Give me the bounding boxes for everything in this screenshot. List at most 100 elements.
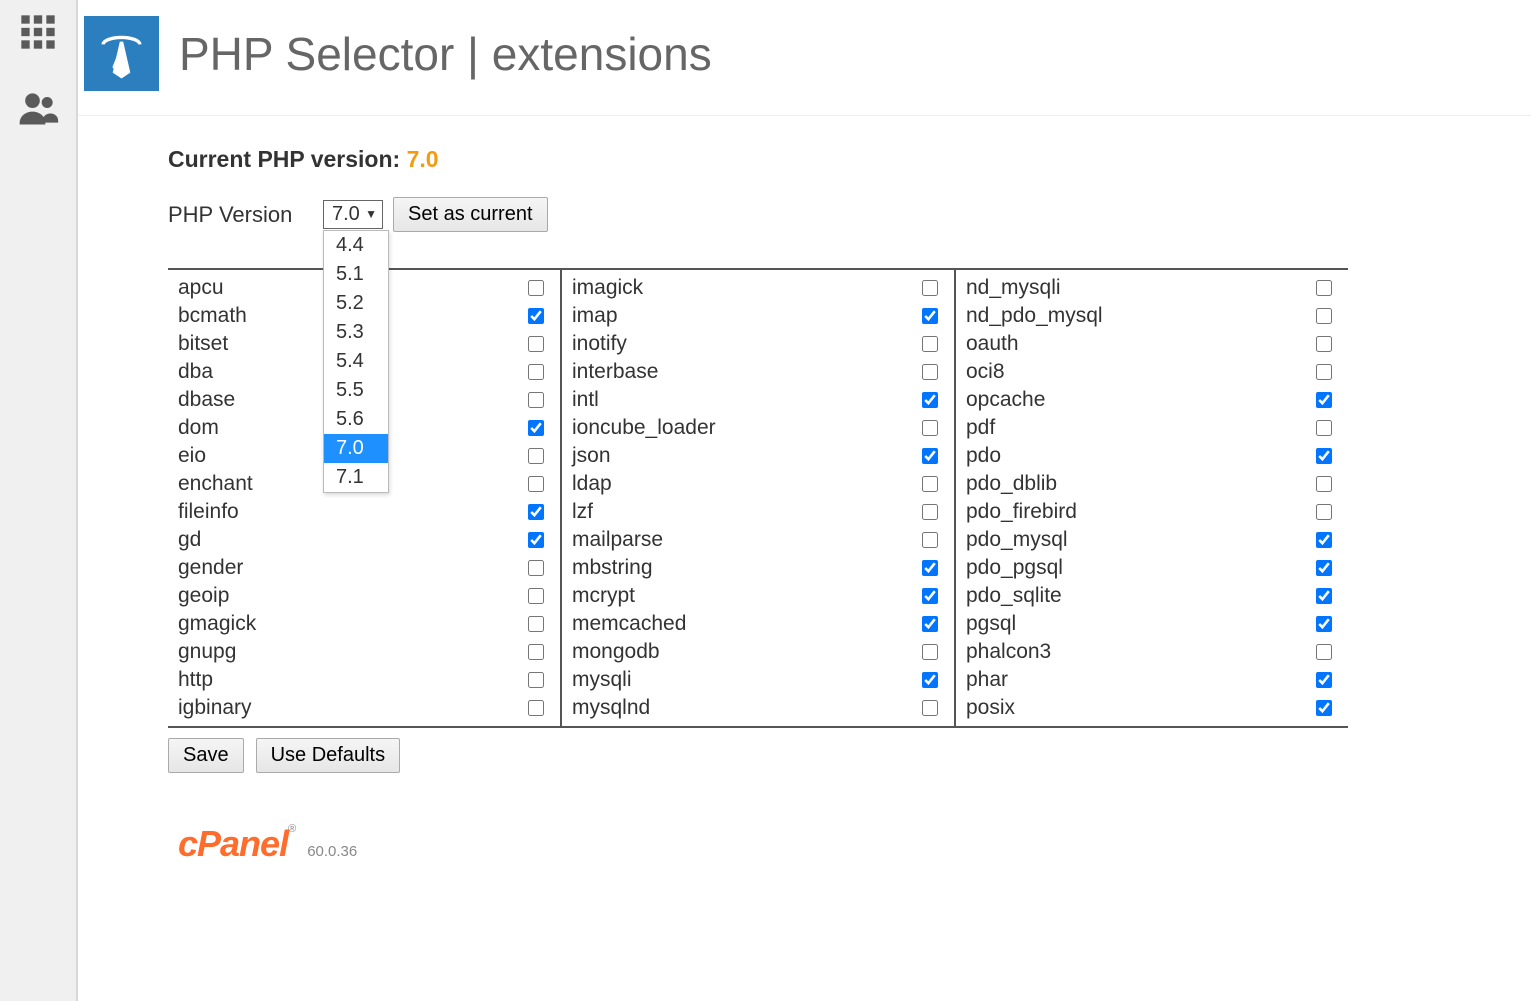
extension-row: intl	[562, 386, 954, 414]
php-version-option[interactable]: 5.5	[324, 376, 388, 405]
extension-checkbox[interactable]	[528, 504, 544, 520]
extension-row: opcache	[956, 386, 1348, 414]
extension-checkbox[interactable]	[1316, 420, 1332, 436]
extension-checkbox[interactable]	[922, 336, 938, 352]
extension-checkbox[interactable]	[528, 700, 544, 716]
extension-label: igbinary	[178, 696, 252, 720]
extension-label: nd_mysqli	[966, 276, 1061, 300]
extension-row: igbinary	[168, 694, 560, 722]
extension-checkbox[interactable]	[922, 532, 938, 548]
current-version-label: Current PHP version:	[168, 146, 400, 172]
php-version-option[interactable]: 7.1	[324, 463, 388, 492]
extension-label: bitset	[178, 332, 228, 356]
extension-checkbox[interactable]	[1316, 392, 1332, 408]
extension-checkbox[interactable]	[528, 392, 544, 408]
extension-checkbox[interactable]	[528, 560, 544, 576]
use-defaults-button[interactable]: Use Defaults	[256, 738, 401, 773]
extension-label: pgsql	[966, 612, 1016, 636]
extension-label: nd_pdo_mysql	[966, 304, 1103, 328]
extension-checkbox[interactable]	[922, 588, 938, 604]
extension-label: gmagick	[178, 612, 256, 636]
extension-checkbox[interactable]	[528, 532, 544, 548]
extension-label: enchant	[178, 472, 253, 496]
extension-label: mongodb	[572, 640, 660, 664]
extension-row: mongodb	[562, 638, 954, 666]
extension-row: interbase	[562, 358, 954, 386]
extension-checkbox[interactable]	[528, 588, 544, 604]
extensions-column-3: nd_mysqlind_pdo_mysqloauthoci8opcachepdf…	[956, 270, 1348, 726]
extension-row: gnupg	[168, 638, 560, 666]
extension-checkbox[interactable]	[528, 644, 544, 660]
extension-label: mcrypt	[572, 584, 635, 608]
extension-checkbox[interactable]	[922, 672, 938, 688]
extension-checkbox[interactable]	[1316, 336, 1332, 352]
extension-checkbox[interactable]	[1316, 448, 1332, 464]
extension-checkbox[interactable]	[1316, 588, 1332, 604]
extension-checkbox[interactable]	[1316, 672, 1332, 688]
php-version-option[interactable]: 5.4	[324, 347, 388, 376]
extension-checkbox[interactable]	[922, 308, 938, 324]
extension-label: pdf	[966, 416, 995, 440]
extension-checkbox[interactable]	[922, 392, 938, 408]
extension-checkbox[interactable]	[922, 504, 938, 520]
extensions-column-2: imagickimapinotifyinterbaseintlioncube_l…	[562, 270, 956, 726]
extension-checkbox[interactable]	[1316, 560, 1332, 576]
extension-checkbox[interactable]	[922, 616, 938, 632]
php-version-select[interactable]: 7.0	[323, 200, 383, 229]
php-version-dropdown[interactable]: 4.45.15.25.35.45.55.67.07.1	[323, 230, 389, 493]
extension-row: memcached	[562, 610, 954, 638]
extension-row: pdo_mysql	[956, 526, 1348, 554]
extension-checkbox[interactable]	[528, 672, 544, 688]
extension-checkbox[interactable]	[922, 700, 938, 716]
extension-checkbox[interactable]	[528, 364, 544, 380]
extension-checkbox[interactable]	[1316, 504, 1332, 520]
extension-checkbox[interactable]	[528, 280, 544, 296]
extension-row: pdo_pgsql	[956, 554, 1348, 582]
extension-checkbox[interactable]	[922, 476, 938, 492]
apps-grid-icon[interactable]	[18, 12, 58, 52]
extension-label: gnupg	[178, 640, 236, 664]
users-icon[interactable]	[16, 86, 60, 130]
php-version-option[interactable]: 5.6	[324, 405, 388, 434]
php-version-option[interactable]: 5.2	[324, 289, 388, 318]
extension-checkbox[interactable]	[1316, 532, 1332, 548]
php-version-option[interactable]: 5.1	[324, 260, 388, 289]
extension-checkbox[interactable]	[1316, 616, 1332, 632]
extension-row: lzf	[562, 498, 954, 526]
extension-label: dbase	[178, 388, 235, 412]
extension-checkbox[interactable]	[1316, 364, 1332, 380]
current-php-version-line: Current PHP version: 7.0	[168, 146, 1531, 173]
save-button[interactable]: Save	[168, 738, 244, 773]
extension-checkbox[interactable]	[1316, 280, 1332, 296]
set-as-current-button[interactable]: Set as current	[393, 197, 548, 232]
php-version-option[interactable]: 4.4	[324, 231, 388, 260]
extension-checkbox[interactable]	[528, 616, 544, 632]
extension-checkbox[interactable]	[1316, 476, 1332, 492]
php-version-option[interactable]: 7.0	[324, 434, 388, 463]
extension-checkbox[interactable]	[922, 644, 938, 660]
extension-label: mailparse	[572, 528, 663, 552]
php-version-option[interactable]: 5.3	[324, 318, 388, 347]
extension-checkbox[interactable]	[528, 420, 544, 436]
extension-checkbox[interactable]	[922, 280, 938, 296]
extension-label: pdo_firebird	[966, 500, 1077, 524]
extension-checkbox[interactable]	[922, 448, 938, 464]
extension-checkbox[interactable]	[1316, 308, 1332, 324]
extension-row: geoip	[168, 582, 560, 610]
extension-checkbox[interactable]	[1316, 644, 1332, 660]
extension-label: phar	[966, 668, 1008, 692]
extension-checkbox[interactable]	[528, 448, 544, 464]
extension-checkbox[interactable]	[1316, 700, 1332, 716]
extension-label: pdo_mysql	[966, 528, 1068, 552]
extension-checkbox[interactable]	[528, 336, 544, 352]
extension-row: phalcon3	[956, 638, 1348, 666]
extension-row: gender	[168, 554, 560, 582]
page-title: PHP Selector | extensions	[179, 27, 712, 81]
extension-label: opcache	[966, 388, 1045, 412]
extension-checkbox[interactable]	[528, 476, 544, 492]
extension-checkbox[interactable]	[922, 420, 938, 436]
extension-checkbox[interactable]	[922, 364, 938, 380]
extension-checkbox[interactable]	[922, 560, 938, 576]
extension-checkbox[interactable]	[528, 308, 544, 324]
extension-label: json	[572, 444, 611, 468]
